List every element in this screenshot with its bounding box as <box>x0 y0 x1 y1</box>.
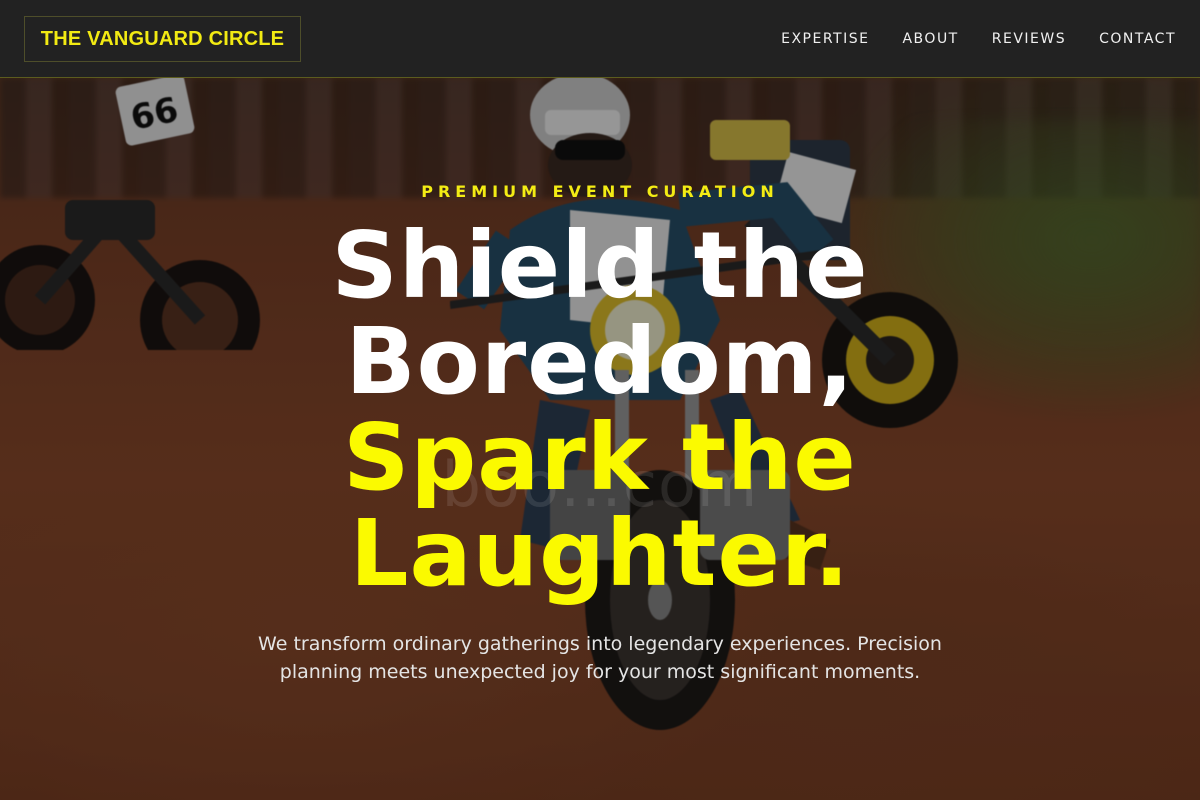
hero-eyebrow: PREMIUM EVENT CURATION <box>421 182 779 201</box>
hero-subtext: We transform ordinary gatherings into le… <box>258 633 942 683</box>
headline-line-3: Spark the <box>343 404 857 511</box>
hero-content: PREMIUM EVENT CURATION Shield the Boredo… <box>0 0 1200 800</box>
headline-line-1: Shield the <box>331 212 869 319</box>
headline-line-2: Boredom, <box>345 308 855 415</box>
headline-line-4: Laughter. <box>349 500 851 607</box>
hero-headline: Shield the Boredom, Spark the Laughter. <box>0 218 1200 602</box>
